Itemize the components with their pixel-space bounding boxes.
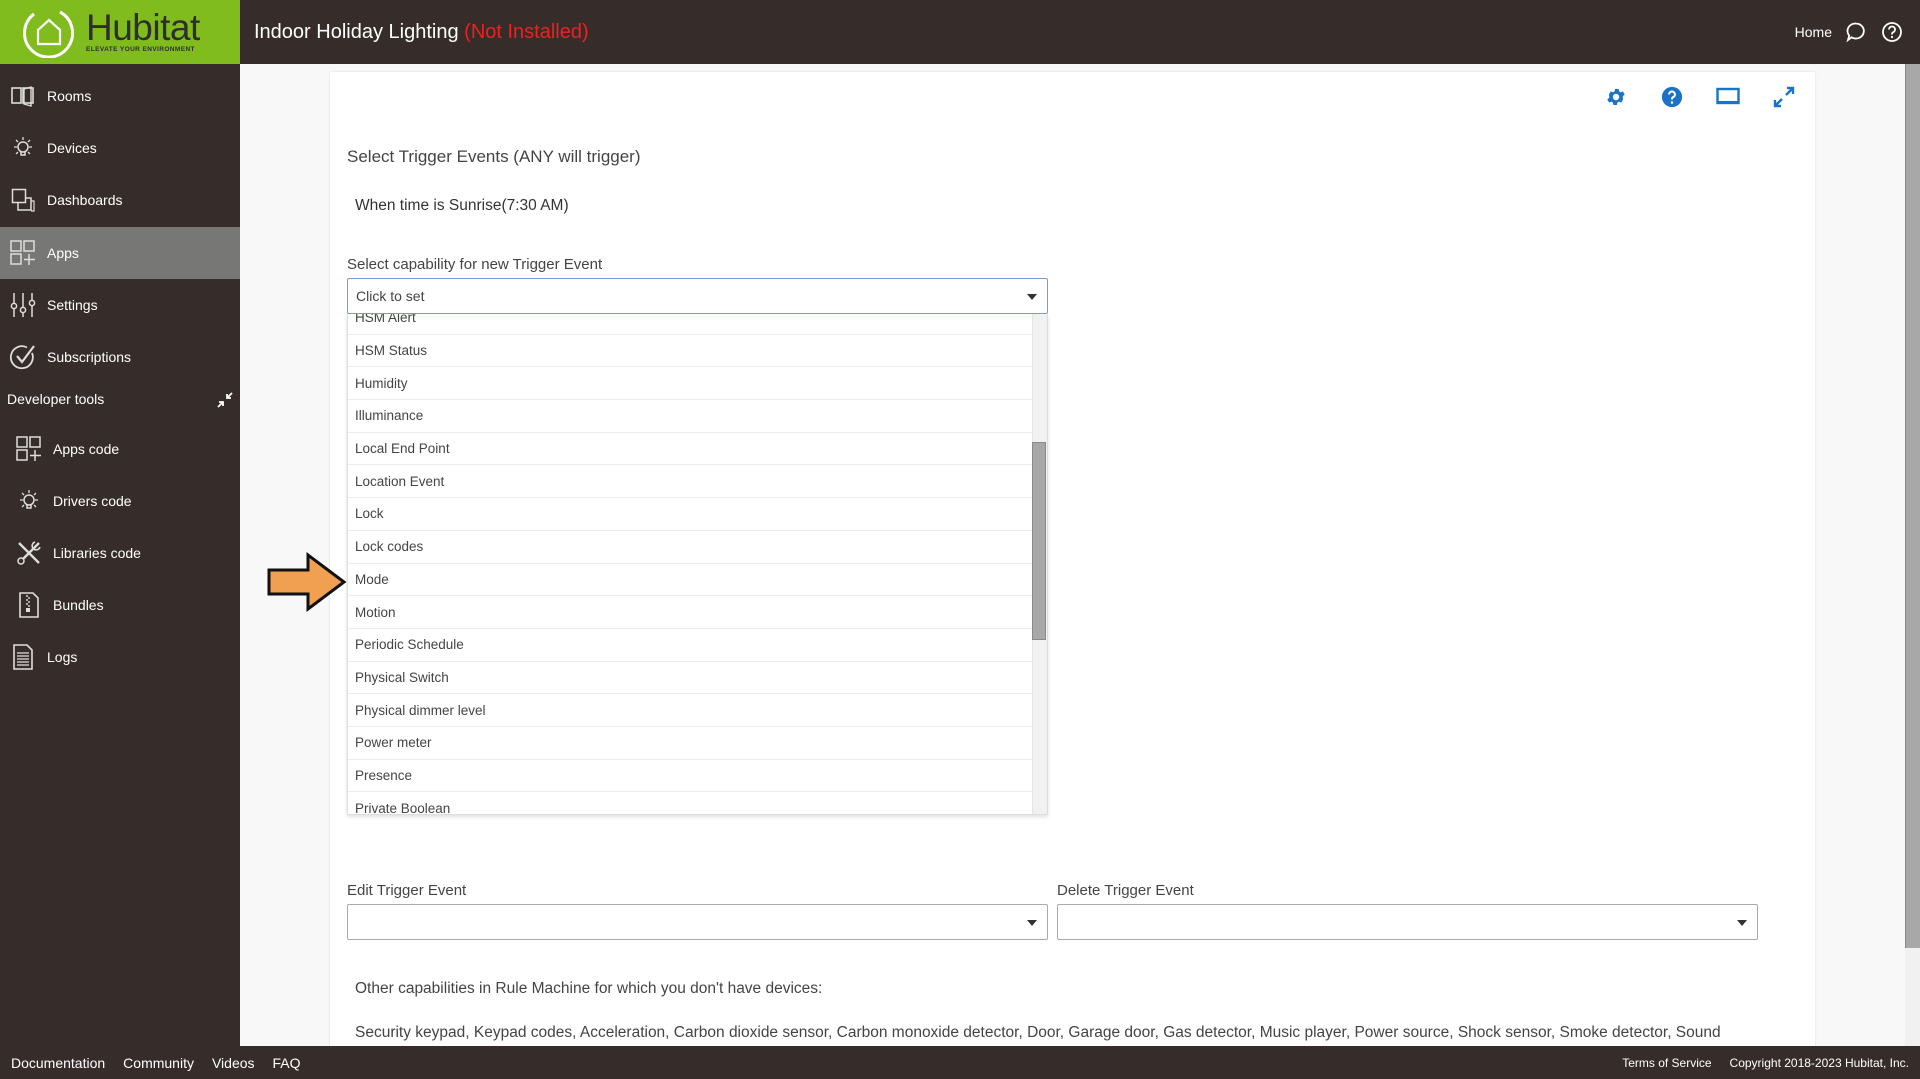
dropdown-option[interactable]: Local End Point [348, 433, 1033, 466]
section-title: Select Trigger Events (ANY will trigger) [347, 147, 641, 166]
sidebar-item-label: Devices [47, 140, 97, 156]
terms-link[interactable]: Terms of Service [1622, 1056, 1711, 1070]
home-link[interactable]: Home [1795, 24, 1832, 40]
dropdown-option[interactable]: Humidity [348, 367, 1033, 401]
check-circle-icon [10, 344, 36, 370]
footer-link-community[interactable]: Community [123, 1055, 194, 1071]
sidebar-item-label: Libraries code [53, 545, 141, 561]
sidebar-item-label: Subscriptions [47, 349, 132, 365]
dropdown-option[interactable]: Private Boolean [348, 792, 1033, 814]
expand-icon[interactable] [1771, 84, 1797, 110]
dropdown-option[interactable]: Physical Switch [348, 662, 1033, 695]
delete-trigger-label: Delete Trigger Event [1057, 882, 1194, 899]
dropdown-option[interactable]: Physical dimmer level [348, 694, 1033, 727]
document-icon [10, 644, 36, 670]
dropdown-options: HSM Alert HSM Status Humidity Illuminance Lo… [348, 314, 1033, 814]
sidebar-item-label: Rooms [47, 88, 92, 104]
sidebar-item-dashboards[interactable]: Dashboards [0, 174, 240, 226]
apps-icon [16, 436, 42, 462]
sidebar-item-label: Apps code [53, 441, 120, 457]
dropdown-option[interactable]: Illuminance [348, 400, 1033, 433]
sliders-icon [10, 292, 36, 318]
sidebar-item-label: Dashboards [47, 192, 123, 208]
sidebar: Rooms Devices Dashboards Apps Settings S… [0, 64, 240, 1046]
sidebar-item-apps-code[interactable]: Apps code [0, 423, 240, 475]
copyright: Copyright 2018-2023 Hubitat, Inc. [1729, 1056, 1909, 1070]
chevron-down-icon [1027, 294, 1037, 300]
sidebar-item-drivers-code[interactable]: Drivers code [0, 475, 240, 527]
help-icon[interactable] [1880, 20, 1904, 44]
chat-icon[interactable] [1844, 20, 1868, 44]
sidebar-item-label: Apps [47, 245, 79, 261]
dropdown-option[interactable]: Mode [348, 564, 1033, 597]
dropdown-option[interactable]: Location Event [348, 465, 1033, 499]
footer-links: Documentation Community Videos FAQ [11, 1055, 301, 1071]
dropdown-option[interactable]: Periodic Schedule [348, 629, 1033, 662]
dropdown-option[interactable]: Power meter [348, 727, 1033, 760]
sidebar-item-label: Bundles [53, 597, 104, 613]
house-logo-icon [23, 10, 74, 58]
hubitat-logo[interactable]: Hubitat ELEVATE YOUR ENVIRONMENT [0, 0, 240, 64]
top-header: Hubitat ELEVATE YOUR ENVIRONMENT Indoor … [0, 0, 1920, 64]
sidebar-item-label: Settings [47, 297, 98, 313]
other-capabilities-label: Other capabilities in Rule Machine for w… [355, 980, 823, 997]
sidebar-item-label: Logs [47, 649, 78, 665]
footer-link-documentation[interactable]: Documentation [11, 1055, 105, 1071]
footer-right: Terms of Service Copyright 2018-2023 Hub… [1622, 1056, 1909, 1070]
dropdown-option[interactable]: Motion [348, 596, 1033, 629]
dropdown-option[interactable]: HSM Alert [348, 314, 1033, 335]
sidebar-item-logs[interactable]: Logs [0, 631, 240, 683]
monitor-icon[interactable] [1715, 84, 1741, 110]
panel-toolbar [1603, 84, 1797, 110]
capability-label: Select capability for new Trigger Event [347, 256, 603, 273]
brand-tagline: ELEVATE YOUR ENVIRONMENT [86, 46, 195, 53]
footer: Documentation Community Videos FAQ Terms… [0, 1046, 1920, 1079]
sidebar-item-bundles[interactable]: Bundles [0, 579, 240, 631]
app-title: Indoor Holiday Lighting [254, 21, 459, 43]
sidebar-item-label: Drivers code [53, 493, 132, 509]
delete-trigger-select[interactable] [1057, 904, 1758, 940]
page-title: Indoor Holiday Lighting (Not Installed) [254, 21, 589, 44]
developer-tools-header[interactable]: Developer tools [7, 391, 104, 407]
brand-name: Hubitat [86, 7, 200, 48]
dropdown-option[interactable]: Presence [348, 760, 1033, 793]
install-status: (Not Installed) [464, 21, 589, 43]
rooms-icon [10, 83, 36, 109]
sidebar-item-devices[interactable]: Devices [0, 122, 240, 174]
main-panel: Select Trigger Events (ANY will trigger)… [330, 72, 1815, 1046]
lightbulb-icon [16, 488, 42, 514]
dashboards-icon [10, 187, 36, 213]
lightbulb-icon [10, 135, 36, 161]
capability-dropdown-list: HSM Alert HSM Status Humidity Illuminance Lo… [347, 314, 1048, 815]
annotation-arrow-icon [266, 552, 348, 617]
dropdown-scrollbar[interactable] [1032, 314, 1047, 814]
dropdown-scrollbar-thumb[interactable] [1032, 441, 1046, 640]
chevron-down-icon [1737, 920, 1747, 926]
sidebar-item-apps[interactable]: Apps [0, 227, 240, 279]
sidebar-item-settings[interactable]: Settings [0, 279, 240, 331]
tools-icon [16, 540, 42, 566]
dropdown-option[interactable]: HSM Status [348, 335, 1033, 368]
capability-select-value: Click to set [356, 288, 425, 304]
page-scrollbar-thumb[interactable] [1905, 64, 1920, 948]
footer-link-faq[interactable]: FAQ [273, 1055, 301, 1071]
zip-file-icon [16, 592, 42, 618]
collapse-icon[interactable] [217, 392, 233, 408]
sidebar-item-rooms[interactable]: Rooms [0, 70, 240, 122]
sidebar-item-libraries-code[interactable]: Libraries code [0, 527, 240, 579]
existing-trigger[interactable]: When time is Sunrise(7:30 AM) [355, 197, 569, 215]
other-capabilities-list: Security keypad, Keypad codes, Accelerat… [355, 1024, 1721, 1041]
sidebar-item-subscriptions[interactable]: Subscriptions [0, 331, 240, 383]
edit-trigger-select[interactable] [347, 904, 1048, 940]
edit-trigger-label: Edit Trigger Event [347, 882, 467, 899]
help-icon[interactable] [1659, 84, 1685, 110]
capability-select[interactable]: Click to set [347, 278, 1048, 314]
dropdown-option[interactable]: Lock codes [348, 531, 1033, 564]
dropdown-option[interactable]: Lock [348, 498, 1033, 531]
header-actions: Home [1795, 20, 1904, 44]
apps-icon [10, 240, 36, 266]
gear-icon[interactable] [1603, 84, 1629, 110]
footer-link-videos[interactable]: Videos [212, 1055, 255, 1071]
chevron-down-icon [1027, 920, 1037, 926]
